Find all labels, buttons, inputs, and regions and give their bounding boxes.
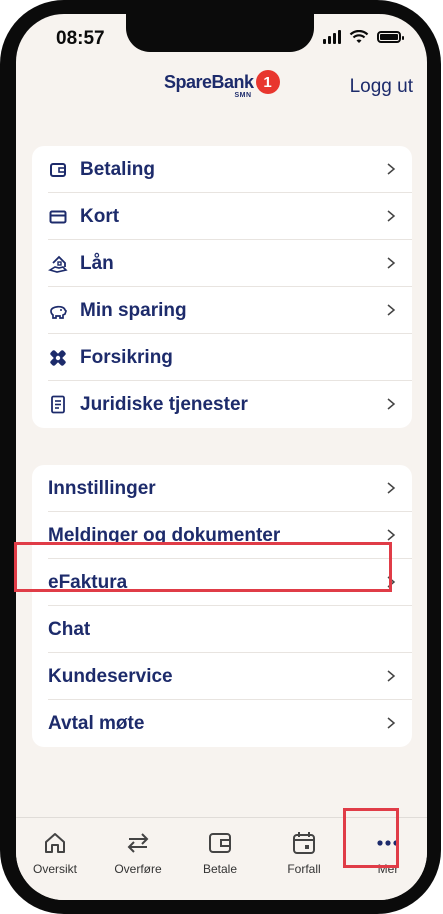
piggy-bank-icon — [48, 301, 68, 321]
tab-label: Overføre — [114, 862, 162, 876]
document-icon — [48, 395, 68, 415]
menu-item-label: Min sparing — [80, 299, 187, 321]
chevron-right-icon — [387, 210, 396, 222]
menu-item-forsikring[interactable]: Forsikring — [32, 334, 412, 381]
house-hand-icon — [48, 254, 68, 274]
tab-label: Oversikt — [32, 862, 77, 876]
tab-label: Forfall — [287, 862, 321, 876]
chevron-right-icon — [387, 304, 396, 316]
menu-item-min-sparing[interactable]: Min sparing — [32, 287, 412, 334]
menu-item-label: Kundeservice — [48, 665, 173, 687]
tab-oversikt[interactable]: Oversikt — [20, 830, 90, 876]
tab-forfall[interactable]: Forfall — [269, 830, 339, 876]
card-icon — [48, 207, 68, 227]
menu-item-chat[interactable]: Chat — [32, 606, 412, 653]
efaktura-highlight — [14, 542, 392, 592]
menu-card-products: Betaling Kort Lån Min sparing Forsikring Juri… — [32, 146, 412, 428]
menu-item-label: Lån — [80, 252, 114, 274]
menu-item-kundeservice[interactable]: Kundeservice — [32, 653, 412, 700]
menu-item-betaling[interactable]: Betaling — [32, 146, 412, 193]
battery-icon — [377, 31, 404, 43]
menu-item-label: Kort — [80, 205, 120, 227]
bandage-icon — [48, 348, 68, 368]
notch — [126, 14, 314, 52]
app-screen: 08:57 SpareBank SMN 1 Logg ut Betaling Kor… — [16, 14, 427, 900]
tab-betale[interactable]: Betale — [185, 830, 255, 876]
menu-item-label: Juridiske tjenester — [80, 393, 248, 415]
logout-button[interactable]: Logg ut — [350, 76, 413, 98]
wifi-icon — [349, 30, 369, 43]
menu-item-lån[interactable]: Lån — [32, 240, 412, 287]
brand-name: SpareBank — [164, 71, 254, 92]
chevron-right-icon — [387, 482, 396, 494]
status-time: 08:57 — [56, 28, 105, 49]
chevron-right-icon — [387, 257, 396, 269]
signal-icon — [323, 30, 341, 44]
home-icon — [20, 830, 90, 856]
tab-overfore[interactable]: Overføre — [103, 830, 173, 876]
menu-item-label: Forsikring — [80, 346, 173, 368]
menu-item-label: Betaling — [80, 158, 155, 180]
wallet-icon — [185, 830, 255, 856]
menu-item-avtal-møte[interactable]: Avtal møte — [32, 700, 412, 747]
chevron-right-icon — [387, 163, 396, 175]
brand-logo: SpareBank SMN 1 — [164, 70, 280, 99]
calendar-icon — [269, 830, 339, 856]
brand-sub: SMN — [234, 91, 252, 99]
menu-item-juridiske-tjenester[interactable]: Juridiske tjenester — [32, 381, 412, 428]
menu-card-services: Innstillinger Meldinger og dokumenter eFak… — [32, 465, 412, 747]
menu-item-innstillinger[interactable]: Innstillinger — [32, 465, 412, 512]
chevron-right-icon — [387, 670, 396, 682]
chevron-right-icon — [387, 398, 396, 410]
menu-item-kort[interactable]: Kort — [32, 193, 412, 240]
brand-number: 1 — [255, 70, 280, 94]
tab-label: Betale — [202, 862, 238, 876]
chevron-right-icon — [387, 717, 396, 729]
phone-frame: 08:57 SpareBank SMN 1 Logg ut Betaling Kor… — [0, 0, 441, 914]
status-icons — [323, 30, 404, 44]
menu-item-label: Chat — [48, 618, 91, 640]
transfer-icon — [103, 830, 173, 856]
mer-highlight — [343, 808, 399, 868]
menu-item-label: Innstillinger — [48, 477, 156, 499]
wallet-icon — [48, 160, 68, 180]
menu-item-label: Avtal møte — [48, 712, 145, 734]
chevron-right-icon — [387, 529, 396, 541]
